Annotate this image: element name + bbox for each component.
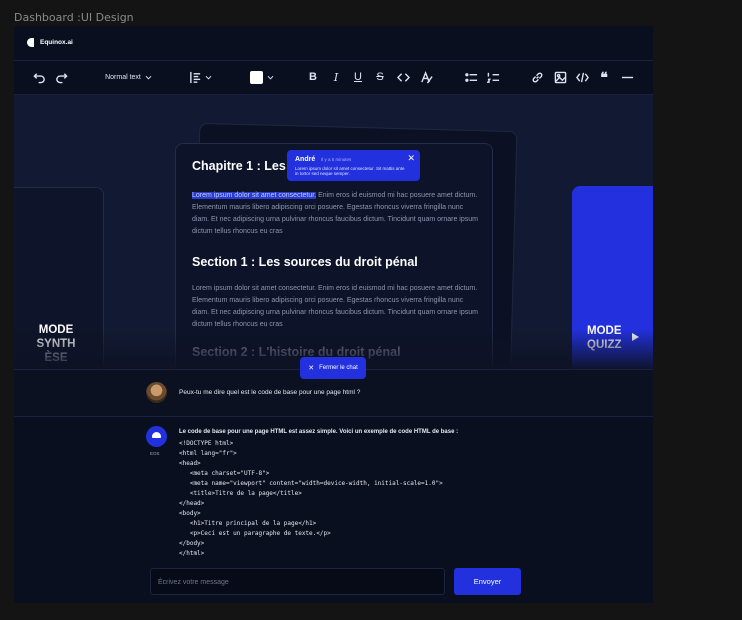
comment-popup[interactable]: André Il y a 5 minutes Lorem ipsum dolor… (287, 150, 420, 181)
highlighted-text[interactable]: Lorem ipsum dolor sit amet consectetur. (192, 192, 317, 199)
text-style-label: Normal text (105, 73, 141, 81)
code-icon[interactable] (395, 69, 411, 85)
section-2-title: Section 2 : L'histoire du droit pénal (192, 345, 401, 359)
text-color-dropdown[interactable] (248, 69, 276, 85)
divider-icon[interactable] (620, 69, 634, 85)
chat-panel: Peux-tu me dire quel est le code de base… (14, 369, 653, 603)
bold-icon[interactable]: B (306, 69, 320, 85)
mode-quizz-label: MODE QUIZZ (587, 325, 622, 351)
link-icon[interactable] (529, 69, 545, 85)
user-message: Peux-tu me dire quel est le code de base… (179, 389, 361, 396)
image-icon[interactable] (552, 69, 568, 85)
chevron-down-icon (145, 75, 152, 79)
send-button[interactable]: Envoyer (454, 568, 521, 595)
paragraph-1[interactable]: Lorem ipsum dolor sit amet consectetur. … (192, 190, 482, 238)
bot-code-block: <!DOCTYPE html> <html lang="fr"> <head> … (179, 440, 443, 557)
embed-icon[interactable] (574, 69, 590, 85)
frame-title: Dashboard :UI Design (14, 11, 134, 24)
app-window: Equinox.ai Normal text B I U S ❝ MODE SY… (14, 26, 653, 603)
document-stage: MODE SYNTH ÈSE MODE QUIZZ Chapitre 1 : L… (14, 95, 653, 369)
color-icon (249, 70, 263, 84)
logo-icon (27, 38, 34, 47)
close-chat-button[interactable]: ✕ Fermer le chat (300, 357, 366, 379)
align-dropdown[interactable] (188, 69, 214, 85)
top-bar: Equinox.ai (14, 26, 653, 61)
redo-icon[interactable] (54, 69, 68, 85)
chevron-down-icon (205, 75, 212, 79)
section-1-title: Section 1 : Les sources du droit pénal (192, 255, 418, 269)
comment-time: Il y a 5 minutes (321, 157, 352, 162)
comment-author: André (295, 156, 316, 163)
italic-icon[interactable]: I (329, 69, 343, 85)
numbered-list-icon[interactable] (485, 69, 501, 85)
underline-icon[interactable]: U (351, 69, 365, 85)
cloud-icon (152, 432, 161, 438)
bot-avatar (146, 426, 167, 447)
editor-toolbar: Normal text B I U S ❝ (14, 61, 653, 95)
align-icon (190, 71, 201, 83)
message-input[interactable]: Écrivez votre message (150, 568, 445, 595)
bullet-list-icon[interactable] (463, 69, 479, 85)
bot-label: EOS (150, 451, 160, 456)
close-icon[interactable]: ✕ (407, 153, 415, 164)
comment-body: Lorem ipsum dolor sit amet consectetur. … (295, 166, 405, 176)
avatar (146, 382, 167, 403)
mode-synthese-label: MODE SYNTH ÈSE (36, 324, 76, 364)
strikethrough-icon[interactable]: S (373, 69, 387, 85)
chapter-title: Chapitre 1 : Les s (192, 159, 297, 173)
undo-icon[interactable] (32, 69, 46, 85)
clear-format-icon[interactable] (418, 69, 434, 85)
quote-icon[interactable]: ❝ (596, 69, 612, 85)
chevron-down-icon (267, 75, 273, 79)
play-icon[interactable] (632, 333, 639, 341)
close-icon: ✕ (308, 365, 315, 372)
text-style-dropdown[interactable]: Normal text (101, 69, 157, 85)
paragraph-2[interactable]: Lorem ipsum dolor sit amet consectetur. … (192, 283, 482, 331)
logo-text: Equinox.ai (40, 39, 73, 46)
bot-intro: Le code de base pour une page HTML est a… (179, 429, 459, 435)
